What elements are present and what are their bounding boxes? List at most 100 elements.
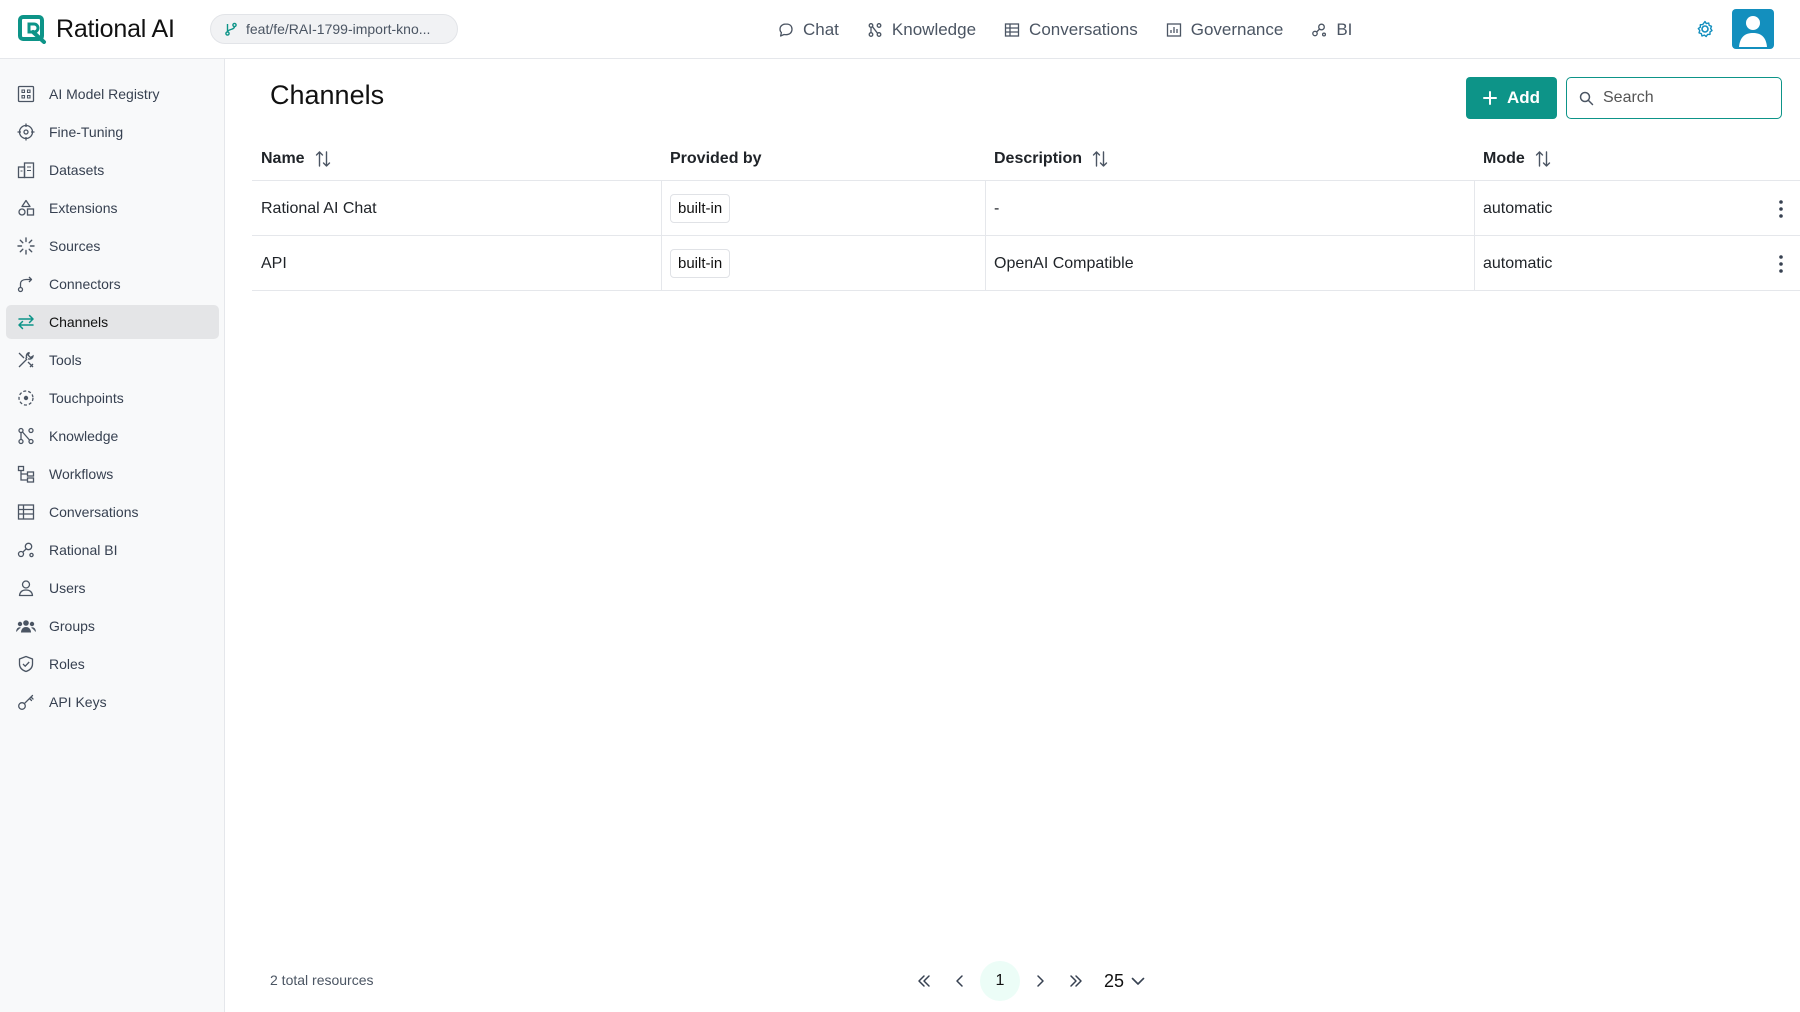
sidebar-item-users[interactable]: Users	[6, 571, 219, 605]
search-box	[1566, 77, 1782, 119]
page-title: Channels	[270, 80, 385, 110]
sidebar-item-touchpoints[interactable]: Touchpoints	[6, 381, 219, 415]
column-header-provided-by: Provided by	[670, 150, 762, 167]
first-page-button[interactable]	[906, 963, 942, 999]
sidebar-item-channels[interactable]: Channels	[6, 305, 219, 339]
sidebar-item-api-keys[interactable]: API Keys	[6, 685, 219, 719]
sort-icon[interactable]	[1535, 150, 1551, 168]
cell-description: -	[994, 199, 1000, 217]
column-divider	[1474, 181, 1475, 236]
sidebar-item-workflows[interactable]: Workflows	[6, 457, 219, 491]
column-divider	[661, 181, 662, 236]
loader-icon	[17, 237, 35, 255]
search-input[interactable]	[1603, 89, 1773, 107]
table-row[interactable]: Rational AI Chat built-in - automatic	[252, 181, 1800, 236]
cell-mode: automatic	[1483, 254, 1553, 272]
sidebar-item-knowledge[interactable]: Knowledge	[6, 419, 219, 453]
topnav-conversations[interactable]: Conversations	[1004, 20, 1138, 40]
column-header-name[interactable]: Name	[261, 137, 331, 181]
git-branch-icon	[225, 22, 237, 36]
branch-label: feat/fe/RAI-1799-import-kno...	[246, 21, 431, 37]
sidebar-item-ai-model-registry[interactable]: AI Model Registry	[6, 77, 219, 111]
bi-nodes-icon	[17, 542, 34, 558]
top-bar: Rational AI feat/fe/RAI-1799-import-kno.…	[0, 0, 1800, 59]
chevrons-left-icon	[918, 975, 930, 987]
knowledge-graph-icon	[868, 22, 882, 37]
cell-name: API	[261, 254, 287, 272]
app-name: Rational AI	[56, 14, 175, 43]
sidebar-item-roles[interactable]: Roles	[6, 647, 219, 681]
sidebar-item-tools[interactable]: Tools	[6, 343, 219, 377]
cell-provided-by: built-in	[670, 236, 731, 291]
settings-gear-icon[interactable]	[1695, 19, 1715, 39]
key-icon	[18, 694, 34, 710]
table-header: Name Provided by Description Mode	[252, 137, 1800, 181]
connector-icon	[17, 276, 33, 293]
current-page[interactable]: 1	[980, 961, 1020, 1001]
provider-badge: built-in	[670, 194, 731, 223]
shield-check-icon	[18, 655, 34, 673]
channels-table: Name Provided by Description Mode Ration…	[252, 137, 1800, 291]
column-header-mode[interactable]: Mode	[1483, 137, 1551, 181]
users-group-icon	[16, 620, 36, 633]
last-page-button[interactable]	[1058, 963, 1094, 999]
sidebar-item-extensions[interactable]: Extensions	[6, 191, 219, 225]
sidebar-item-sources[interactable]: Sources	[6, 229, 219, 263]
chevron-down-icon	[1131, 977, 1145, 985]
sort-icon[interactable]	[315, 150, 331, 168]
chevron-right-icon	[1037, 975, 1044, 987]
add-channel-button[interactable]: Add	[1466, 77, 1557, 119]
topnav-bi[interactable]: BI	[1311, 20, 1352, 40]
datasets-icon	[17, 162, 35, 179]
table-row[interactable]: API built-in OpenAI Compatible automatic	[252, 236, 1800, 291]
column-header-description[interactable]: Description	[994, 137, 1108, 181]
sidebar: AI Model Registry Fine-Tuning Datasets E…	[0, 59, 225, 1012]
cell-description: OpenAI Compatible	[994, 254, 1134, 272]
topnav-governance[interactable]: Governance	[1166, 20, 1283, 40]
chevron-left-icon	[956, 975, 963, 987]
branch-selector[interactable]: feat/fe/RAI-1799-import-kno...	[210, 14, 458, 44]
row-actions-kebab-icon[interactable]	[1769, 252, 1793, 276]
sidebar-item-rational-bi[interactable]: Rational BI	[6, 533, 219, 567]
sort-icon[interactable]	[1092, 150, 1108, 168]
user-avatar[interactable]	[1732, 9, 1774, 49]
cell-name: Rational AI Chat	[261, 199, 377, 217]
column-divider	[985, 236, 986, 291]
plus-icon	[1482, 91, 1497, 105]
table-icon	[1004, 22, 1020, 37]
column-divider	[985, 181, 986, 236]
next-page-button[interactable]	[1022, 963, 1058, 999]
arrows-left-right-icon	[18, 314, 34, 330]
tools-icon	[18, 351, 34, 368]
topnav-knowledge[interactable]: Knowledge	[867, 20, 976, 40]
search-icon	[1579, 91, 1594, 105]
cell-mode: automatic	[1483, 199, 1553, 217]
app-logo[interactable]: Rational AI	[17, 14, 175, 44]
sidebar-item-datasets[interactable]: Datasets	[6, 153, 219, 187]
rational-ai-logo-icon	[18, 15, 46, 44]
top-nav: Chat Knowledge Conversations Governance …	[778, 0, 1380, 59]
sidebar-item-groups[interactable]: Groups	[6, 609, 219, 643]
sidebar-item-fine-tuning[interactable]: Fine-Tuning	[6, 115, 219, 149]
bar-chart-icon	[1166, 22, 1181, 37]
column-divider	[661, 236, 662, 291]
touchpoint-icon	[18, 390, 34, 406]
bi-nodes-icon	[1312, 23, 1327, 37]
chat-bubble-icon	[779, 22, 793, 37]
user-silhouette-icon	[1739, 16, 1767, 47]
sidebar-item-conversations[interactable]: Conversations	[6, 495, 219, 529]
shapes-icon	[18, 199, 35, 216]
page-size-select[interactable]: 25	[1104, 971, 1146, 992]
column-divider	[1474, 236, 1475, 291]
sidebar-item-connectors[interactable]: Connectors	[6, 267, 219, 301]
provider-badge: built-in	[670, 249, 731, 278]
row-actions-kebab-icon[interactable]	[1769, 197, 1793, 221]
workflow-icon	[17, 465, 35, 483]
previous-page-button[interactable]	[942, 963, 978, 999]
model-registry-icon	[17, 85, 35, 103]
user-icon	[18, 580, 34, 597]
total-resources-count: 2 total resources	[270, 972, 374, 988]
table-icon	[17, 504, 35, 520]
crosshair-icon	[17, 123, 35, 141]
topnav-chat[interactable]: Chat	[778, 20, 839, 40]
